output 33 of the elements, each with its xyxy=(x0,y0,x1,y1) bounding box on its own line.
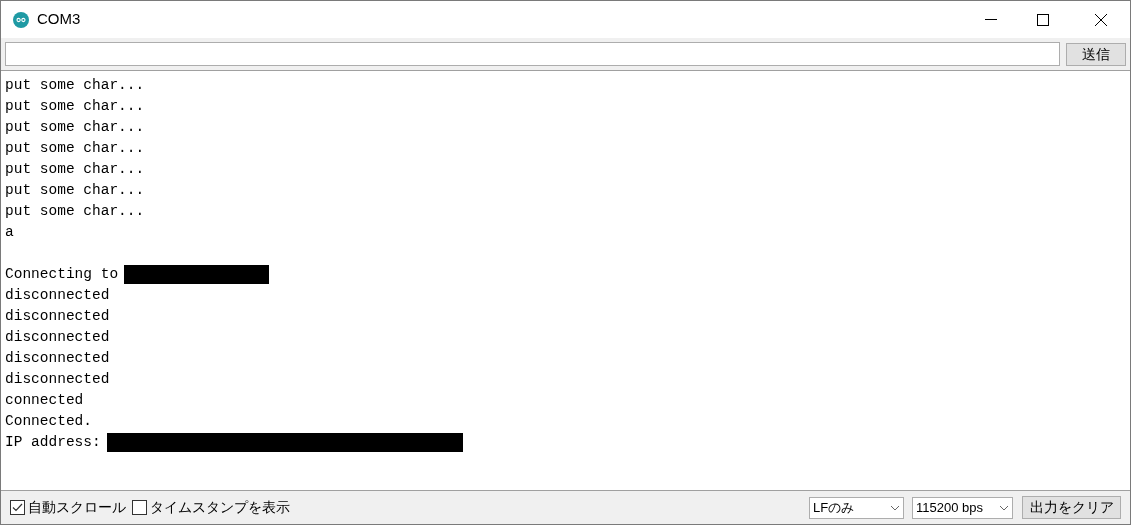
output-line: disconnected xyxy=(5,307,110,326)
output-line: Connecting to xyxy=(5,265,119,284)
output-line: a xyxy=(5,223,14,242)
chevron-down-icon xyxy=(999,504,1009,511)
output-line: disconnected xyxy=(5,370,110,389)
window-title: COM3 xyxy=(37,9,81,30)
output-line: put some char... xyxy=(5,139,145,158)
output-line: put some char... xyxy=(5,97,145,116)
output-line: disconnected xyxy=(5,286,110,305)
maximize-icon xyxy=(1037,13,1049,26)
checkbox-label: 自動スクロール xyxy=(28,498,126,517)
baud-rate-select[interactable]: 115200 bps xyxy=(912,496,1013,519)
output-line: put some char... xyxy=(5,76,145,95)
clear-output-button[interactable]: 出力をクリア xyxy=(1022,496,1121,519)
output-line: put some char... xyxy=(5,160,145,179)
output-line: put some char... xyxy=(5,181,145,200)
line-ending-select[interactable]: LFのみ xyxy=(809,496,904,519)
checkbox[interactable] xyxy=(10,500,25,515)
message-input-field[interactable] xyxy=(5,42,1060,66)
minimize-icon xyxy=(985,18,997,21)
app-logo-icon xyxy=(13,11,29,28)
chevron-down-icon xyxy=(890,504,900,511)
output-line: put some char... xyxy=(5,202,145,221)
output-line: disconnected xyxy=(5,349,110,368)
output-line: disconnected xyxy=(5,328,110,347)
checkbox[interactable] xyxy=(132,500,147,515)
send-button[interactable]: 送信 xyxy=(1066,42,1126,66)
output-line: put some char... xyxy=(5,118,145,137)
output-line: IP address: xyxy=(5,433,101,452)
output-line: Connected. xyxy=(5,412,92,431)
output-line: connected xyxy=(5,391,84,410)
close-icon xyxy=(1095,13,1107,26)
checkbox-label: タイムスタンプを表示 xyxy=(150,498,290,517)
